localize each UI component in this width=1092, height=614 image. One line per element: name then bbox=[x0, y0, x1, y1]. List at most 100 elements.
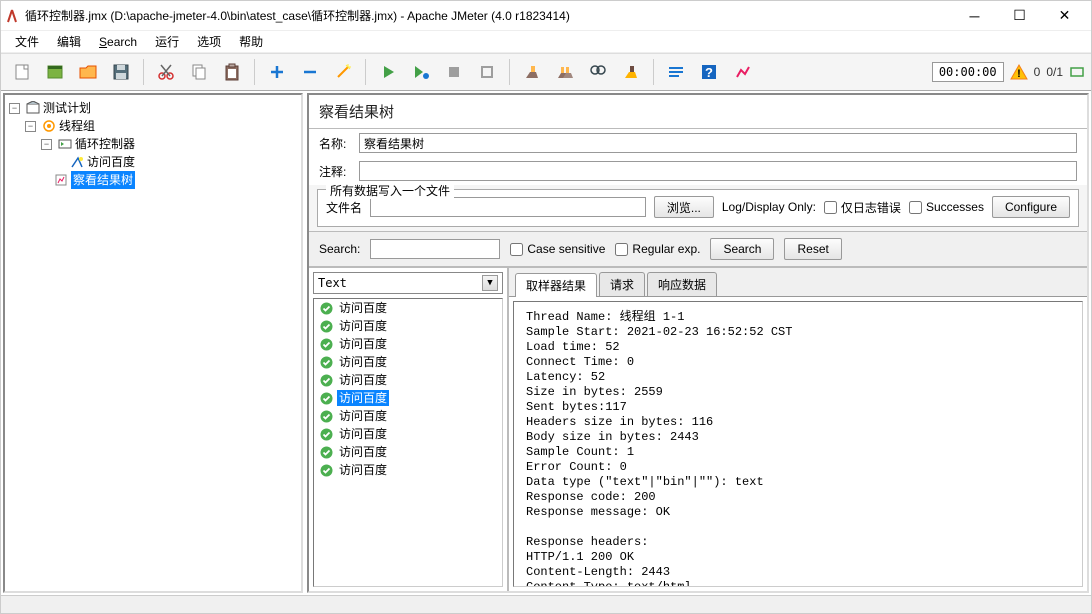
tree-testplan[interactable]: 测试计划 bbox=[43, 99, 91, 117]
browse-button[interactable]: 浏览... bbox=[654, 196, 714, 218]
copy-icon[interactable] bbox=[184, 57, 214, 87]
statusbar bbox=[1, 595, 1091, 613]
maximize-button[interactable]: ☐ bbox=[997, 2, 1042, 30]
shutdown-icon[interactable] bbox=[472, 57, 502, 87]
templates-icon[interactable] bbox=[40, 57, 70, 87]
comment-label: 注释: bbox=[319, 163, 353, 180]
name-label: 名称: bbox=[319, 135, 353, 152]
thread-icon bbox=[1069, 64, 1085, 80]
success-icon bbox=[320, 338, 333, 351]
wand-icon[interactable] bbox=[328, 57, 358, 87]
function-helper-icon[interactable] bbox=[661, 57, 691, 87]
paste-icon[interactable] bbox=[217, 57, 247, 87]
svg-text:!: ! bbox=[1017, 68, 1021, 80]
tree-result-tree[interactable]: 察看结果树 bbox=[71, 171, 135, 189]
comment-input[interactable] bbox=[359, 161, 1077, 181]
tree-loopcontroller[interactable]: 循环控制器 bbox=[75, 135, 135, 153]
filename-input[interactable] bbox=[370, 197, 646, 217]
result-item-label: 访问百度 bbox=[337, 408, 389, 424]
add-icon[interactable] bbox=[262, 57, 292, 87]
success-icon bbox=[320, 410, 333, 423]
tab-sampler-result[interactable]: 取样器结果 bbox=[515, 273, 597, 297]
start-icon[interactable] bbox=[373, 57, 403, 87]
success-icon bbox=[320, 464, 333, 477]
file-group-legend: 所有数据写入一个文件 bbox=[326, 182, 454, 199]
result-item-label: 访问百度 bbox=[337, 462, 389, 478]
successes-checkbox[interactable]: Successes bbox=[909, 200, 984, 214]
svg-text:?: ? bbox=[705, 65, 713, 80]
result-item[interactable]: 访问百度 bbox=[314, 389, 502, 407]
menubar: 文件 编辑 Search 运行 选项 帮助 bbox=[1, 31, 1091, 53]
menu-search[interactable]: Search bbox=[91, 33, 145, 51]
save-icon[interactable] bbox=[106, 57, 136, 87]
tree-toggle[interactable]: − bbox=[9, 103, 20, 114]
close-button[interactable]: ✕ bbox=[1042, 2, 1087, 30]
sampler-icon bbox=[70, 155, 84, 169]
menu-file[interactable]: 文件 bbox=[7, 31, 47, 52]
result-item[interactable]: 访问百度 bbox=[314, 299, 502, 317]
result-item[interactable]: 访问百度 bbox=[314, 461, 502, 479]
result-item-label: 访问百度 bbox=[337, 354, 389, 370]
result-list[interactable]: 访问百度访问百度访问百度访问百度访问百度访问百度访问百度访问百度访问百度访问百度 bbox=[313, 298, 503, 587]
success-icon bbox=[320, 446, 333, 459]
controller-icon bbox=[58, 137, 72, 151]
open-icon[interactable] bbox=[73, 57, 103, 87]
tree-toggle[interactable]: − bbox=[41, 139, 52, 150]
menu-edit[interactable]: 编辑 bbox=[49, 31, 89, 52]
filename-label: 文件名 bbox=[326, 199, 362, 216]
result-item[interactable]: 访问百度 bbox=[314, 335, 502, 353]
regular-exp-checkbox[interactable]: Regular exp. bbox=[615, 242, 700, 256]
reset-button[interactable]: Reset bbox=[784, 238, 841, 260]
result-item[interactable]: 访问百度 bbox=[314, 443, 502, 461]
toolbar: ? 00:00:00 ! 0 0/1 bbox=[1, 53, 1091, 91]
result-item-label: 访问百度 bbox=[337, 336, 389, 352]
tree-threadgroup[interactable]: 线程组 bbox=[59, 117, 95, 135]
menu-run[interactable]: 运行 bbox=[147, 31, 187, 52]
name-input[interactable] bbox=[359, 133, 1077, 153]
configure-button[interactable]: Configure bbox=[992, 196, 1070, 218]
search-button[interactable]: Search bbox=[710, 238, 774, 260]
warning-count: 0 bbox=[1034, 65, 1041, 79]
report-icon[interactable] bbox=[727, 57, 757, 87]
result-item-label: 访问百度 bbox=[337, 390, 389, 406]
search-input[interactable] bbox=[370, 239, 500, 259]
remove-icon[interactable] bbox=[295, 57, 325, 87]
renderer-combo[interactable]: Text ▼ bbox=[313, 272, 503, 294]
tree-toggle[interactable]: − bbox=[25, 121, 36, 132]
tree-panel[interactable]: − 测试计划 − 线程组 − 循环控制器 访问百度 bbox=[3, 93, 303, 593]
start-no-pause-icon[interactable] bbox=[406, 57, 436, 87]
success-icon bbox=[320, 374, 333, 387]
tab-response-data[interactable]: 响应数据 bbox=[647, 272, 717, 296]
result-item[interactable]: 访问百度 bbox=[314, 371, 502, 389]
thread-counter: 0/1 bbox=[1046, 65, 1063, 79]
listener-icon bbox=[54, 173, 68, 187]
details-text[interactable]: Thread Name: 线程组 1-1 Sample Start: 2021-… bbox=[513, 301, 1083, 587]
new-icon[interactable] bbox=[7, 57, 37, 87]
cut-icon[interactable] bbox=[151, 57, 181, 87]
case-sensitive-checkbox[interactable]: Case sensitive bbox=[510, 242, 605, 256]
result-item[interactable]: 访问百度 bbox=[314, 317, 502, 335]
result-item-label: 访问百度 bbox=[337, 372, 389, 388]
clear-all-icon[interactable] bbox=[550, 57, 580, 87]
success-icon bbox=[320, 428, 333, 441]
help-icon[interactable]: ? bbox=[694, 57, 724, 87]
success-icon bbox=[320, 356, 333, 369]
menu-help[interactable]: 帮助 bbox=[231, 31, 271, 52]
chevron-down-icon: ▼ bbox=[482, 275, 498, 291]
tree-http-sampler[interactable]: 访问百度 bbox=[87, 153, 135, 171]
tab-request[interactable]: 请求 bbox=[599, 272, 645, 296]
minimize-button[interactable]: ─ bbox=[952, 2, 997, 30]
result-item[interactable]: 访问百度 bbox=[314, 407, 502, 425]
log-display-label: Log/Display Only: bbox=[722, 200, 816, 214]
timer-display: 00:00:00 bbox=[932, 62, 1004, 82]
success-icon bbox=[320, 392, 333, 405]
reset-search-icon[interactable] bbox=[616, 57, 646, 87]
panel-title: 察看结果树 bbox=[309, 95, 1087, 129]
menu-options[interactable]: 选项 bbox=[189, 31, 229, 52]
find-icon[interactable] bbox=[583, 57, 613, 87]
result-item[interactable]: 访问百度 bbox=[314, 425, 502, 443]
clear-icon[interactable] bbox=[517, 57, 547, 87]
result-item[interactable]: 访问百度 bbox=[314, 353, 502, 371]
stop-icon[interactable] bbox=[439, 57, 469, 87]
errors-only-checkbox[interactable]: 仅日志错误 bbox=[824, 199, 901, 216]
